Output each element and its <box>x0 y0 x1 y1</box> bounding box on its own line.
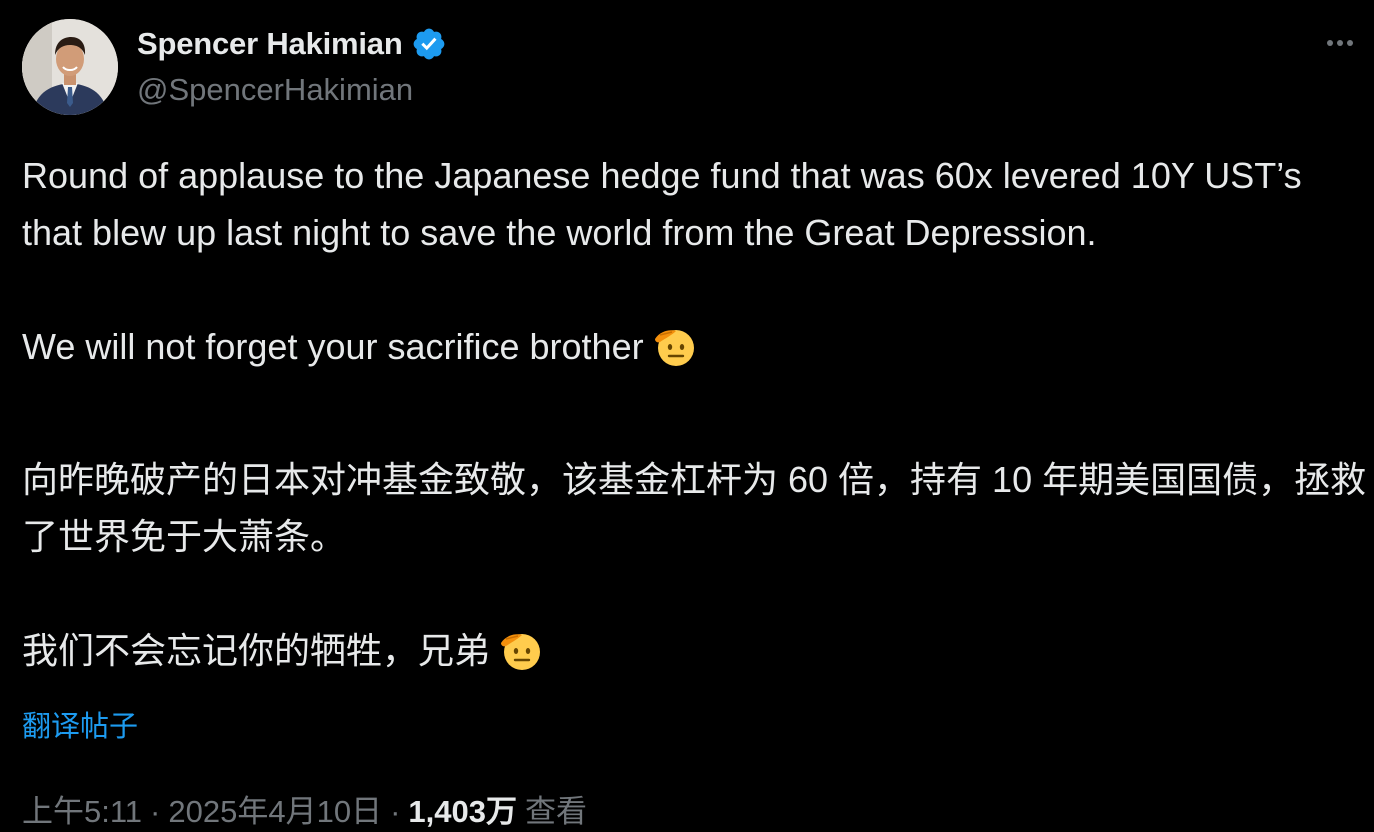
avatar-image <box>22 19 118 115</box>
meta-separator: · <box>390 794 401 829</box>
author-name-row: Spencer Hakimian <box>137 26 447 62</box>
more-dot-icon <box>1327 40 1333 46</box>
translated-paragraph: 我们不会忘记你的牺牲，兄弟 <box>22 622 1367 679</box>
more-dot-icon <box>1337 40 1343 46</box>
tweet-paragraph: We will not forget your sacrifice brothe… <box>22 318 1367 375</box>
translate-post-link[interactable]: 翻译帖子 <box>22 703 138 745</box>
tweet-text: Round of applause to the Japanese hedge … <box>22 147 1367 375</box>
tweet-paragraph: Round of applause to the Japanese hedge … <box>22 155 1302 253</box>
verified-badge-icon[interactable] <box>411 26 447 62</box>
more-options-button[interactable] <box>1318 28 1362 58</box>
tweet-card: Spencer Hakimian @SpencerHakimian Round … <box>0 0 1374 832</box>
translated-text: 向昨晚破产的日本对冲基金致敬，该基金杠杆为 60 倍，持有 10 年期美国国债，… <box>22 451 1367 679</box>
views-count[interactable]: 1,403万 <box>408 786 517 831</box>
avatar[interactable] <box>22 19 118 115</box>
views-label: 查看 <box>524 794 587 829</box>
author-name[interactable]: Spencer Hakimian <box>137 26 403 62</box>
translated-paragraph: 向昨晚破产的日本对冲基金致敬，该基金杠杆为 60 倍，持有 10 年期美国国债，… <box>22 459 1367 557</box>
author-handle[interactable]: @SpencerHakimian <box>137 72 413 108</box>
tweet-meta: 上午5:11 · 2025年4月10日 · 1,403万 查看 <box>22 786 587 831</box>
post-date[interactable]: 2025年4月10日 <box>168 786 382 831</box>
tweet-paragraph-text: We will not forget your sacrifice brothe… <box>22 326 644 367</box>
saluting-face-icon <box>652 323 698 369</box>
more-dot-icon <box>1347 40 1353 46</box>
translated-paragraph-text: 我们不会忘记你的牺牲，兄弟 <box>22 630 491 671</box>
meta-separator: · <box>150 794 161 829</box>
post-time[interactable]: 上午5:11 <box>22 786 142 831</box>
saluting-face-icon <box>498 627 544 673</box>
